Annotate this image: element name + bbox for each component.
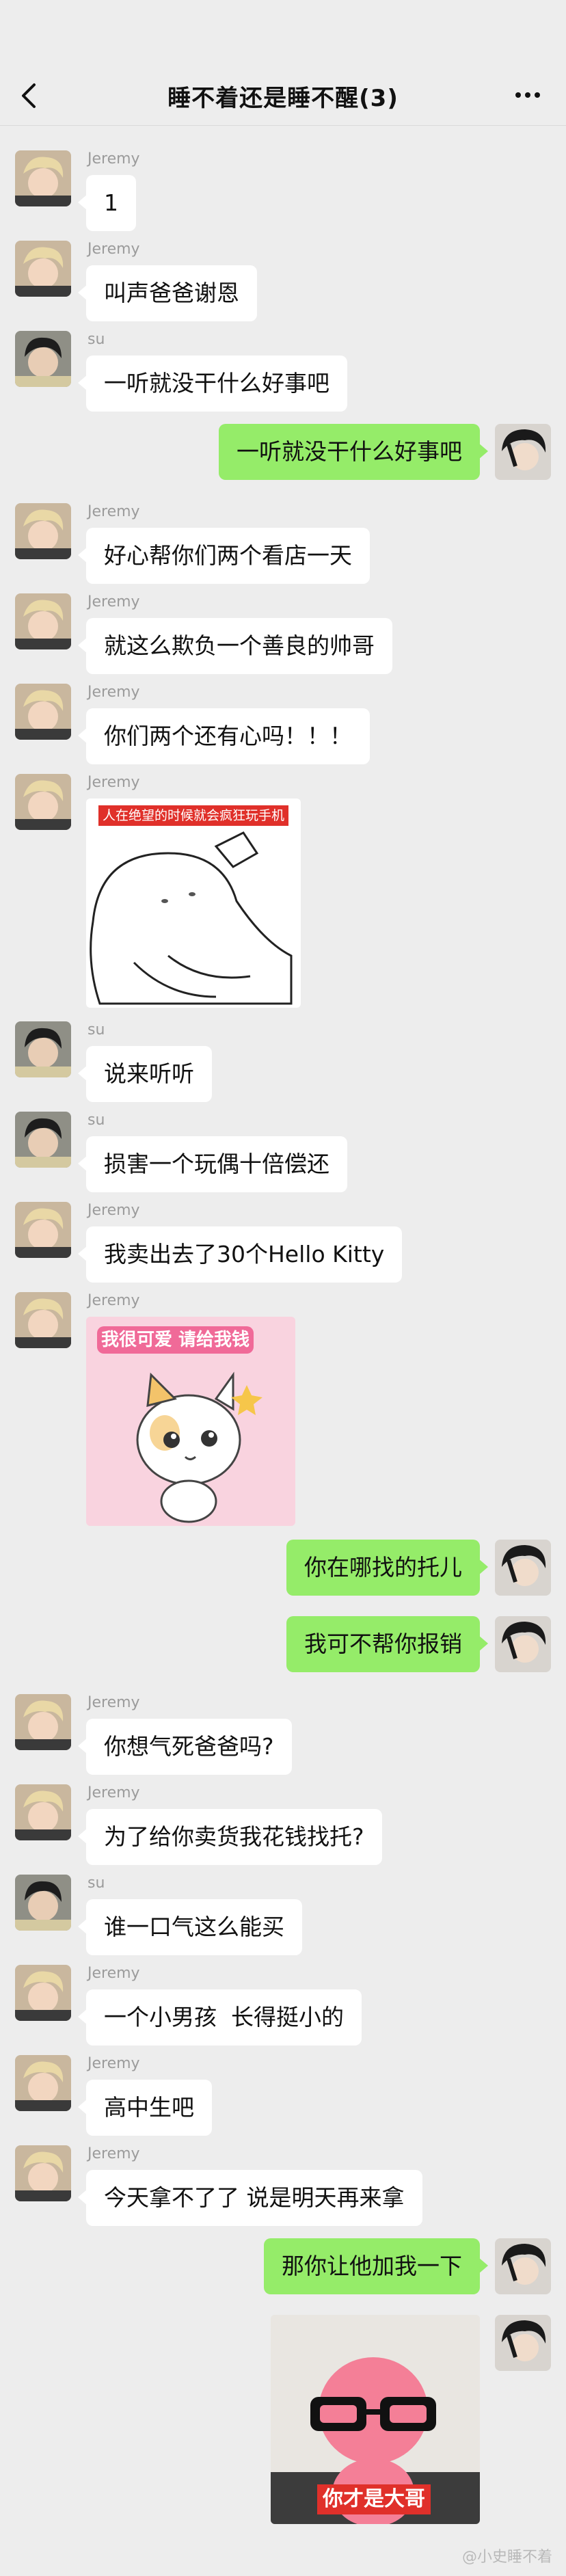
sender-name: Jeremy [87,241,140,258]
sticker-caption: 人在绝望的时候就会疯狂玩手机 [103,808,285,823]
sender-name: Jeremy [87,1292,140,1309]
sticker-caption-bg: 人在绝望的时候就会疯狂玩手机 [98,805,289,826]
avatar-su[interactable] [15,1875,71,1931]
avatar-jeremy[interactable] [15,503,71,559]
message-bubble[interactable]: 你们两个还有心吗！！！ [78,708,370,764]
sticker-image[interactable]: 我很可爱 请给我钱 [86,1317,295,1526]
sender-name: Jeremy [87,150,140,167]
sticker-caption: 我很可爱 请给我钱 [101,1330,250,1350]
sticker-caption: 你才是大哥 [323,2487,425,2511]
message-bubble[interactable]: 高中生吧 [78,2080,212,2136]
message-bubble[interactable]: 一听就没干什么好事吧 [78,355,347,412]
message-bubble[interactable]: 说来听听 [78,1046,212,1102]
sender-name: Jeremy [87,774,140,791]
avatar-jeremy[interactable] [15,150,71,206]
message-bubble[interactable]: 损害一个玩偶十倍偿还 [78,1136,347,1192]
message-bubble[interactable]: 为了给你卖货我花钱找托? [78,1809,382,1865]
sender-name: Jeremy [87,593,140,611]
avatar-jeremy[interactable] [15,241,71,297]
sender-name: su [87,1112,105,1129]
message-bubble[interactable]: 我卖出去了30个Hello Kitty [77,1226,403,1283]
sticker-caption-bg: 你才是大哥 [317,2484,431,2514]
chat-title: 睡不着还是睡不醒(3) [167,85,399,112]
avatar-self[interactable] [495,2315,551,2371]
avatar-su[interactable] [15,331,71,387]
avatar-jeremy[interactable] [15,1694,71,1750]
avatar-jeremy[interactable] [15,1292,71,1348]
watermark: @小史睡不着 [461,2549,552,2566]
message-bubble[interactable]: 你在哪找的托儿 [286,1540,488,1596]
avatar-jeremy[interactable] [15,684,71,740]
avatar-su[interactable] [15,1112,71,1168]
avatar-self[interactable] [495,424,551,480]
sticker-image[interactable]: 你才是大哥 [271,2315,480,2524]
cat-sticker-icon [136,1371,262,1523]
sender-name: Jeremy [87,503,140,520]
avatar-jeremy[interactable] [15,1202,71,1258]
sleeping-blob-icon [90,831,293,1005]
avatar-jeremy[interactable] [15,2055,71,2111]
sender-name: Jeremy [87,2055,140,2072]
sender-name: Jeremy [87,2145,140,2162]
message-bubble[interactable]: 1 [78,175,136,231]
sender-name: Jeremy [87,1694,140,1711]
sender-name: su [87,1021,105,1038]
chat-header: 睡不着还是睡不醒(3) [0,0,566,126]
message-bubble[interactable]: 那你让他加我一下 [264,2238,488,2294]
avatar-jeremy[interactable] [15,593,71,649]
avatar-self[interactable] [495,1616,551,1672]
avatar-self[interactable] [495,1540,551,1596]
sender-name: Jeremy [87,1965,140,1982]
message-bubble[interactable]: 一个小男孩 长得挺小的 [78,1989,362,2045]
more-options-icon[interactable] [514,85,541,105]
sticker-caption-bg: 我很可爱 请给我钱 [97,1326,254,1354]
message-bubble[interactable]: 谁一口气这么能买 [78,1899,302,1955]
message-bubble[interactable]: 一听就没干什么好事吧 [219,424,488,480]
avatar-jeremy[interactable] [15,2145,71,2201]
sender-name: Jeremy [87,1784,140,1801]
avatar-self[interactable] [495,2238,551,2294]
message-bubble[interactable]: 你想气死爸爸吗? [78,1719,292,1775]
message-bubble[interactable]: 叫声爸爸谢恩 [78,265,257,321]
avatar-jeremy[interactable] [15,774,71,830]
avatar-jeremy[interactable] [15,1784,71,1840]
message-bubble[interactable]: 好心帮你们两个看店一天 [78,528,370,584]
avatar-jeremy[interactable] [15,1965,71,2021]
message-bubble[interactable]: 就这么欺负一个善良的帅哥 [78,618,392,674]
avatar-su[interactable] [15,1021,71,1077]
sender-name: Jeremy [87,684,140,701]
sticker-image[interactable]: 人在绝望的时候就会疯狂玩手机 [86,799,301,1008]
sender-name: su [87,1875,105,1892]
message-bubble[interactable]: 今天拿不了了 说是明天再来拿 [78,2170,422,2226]
sender-name: su [87,331,105,348]
sender-name: Jeremy [87,1202,140,1219]
message-bubble[interactable]: 我可不帮你报销 [286,1616,488,1672]
